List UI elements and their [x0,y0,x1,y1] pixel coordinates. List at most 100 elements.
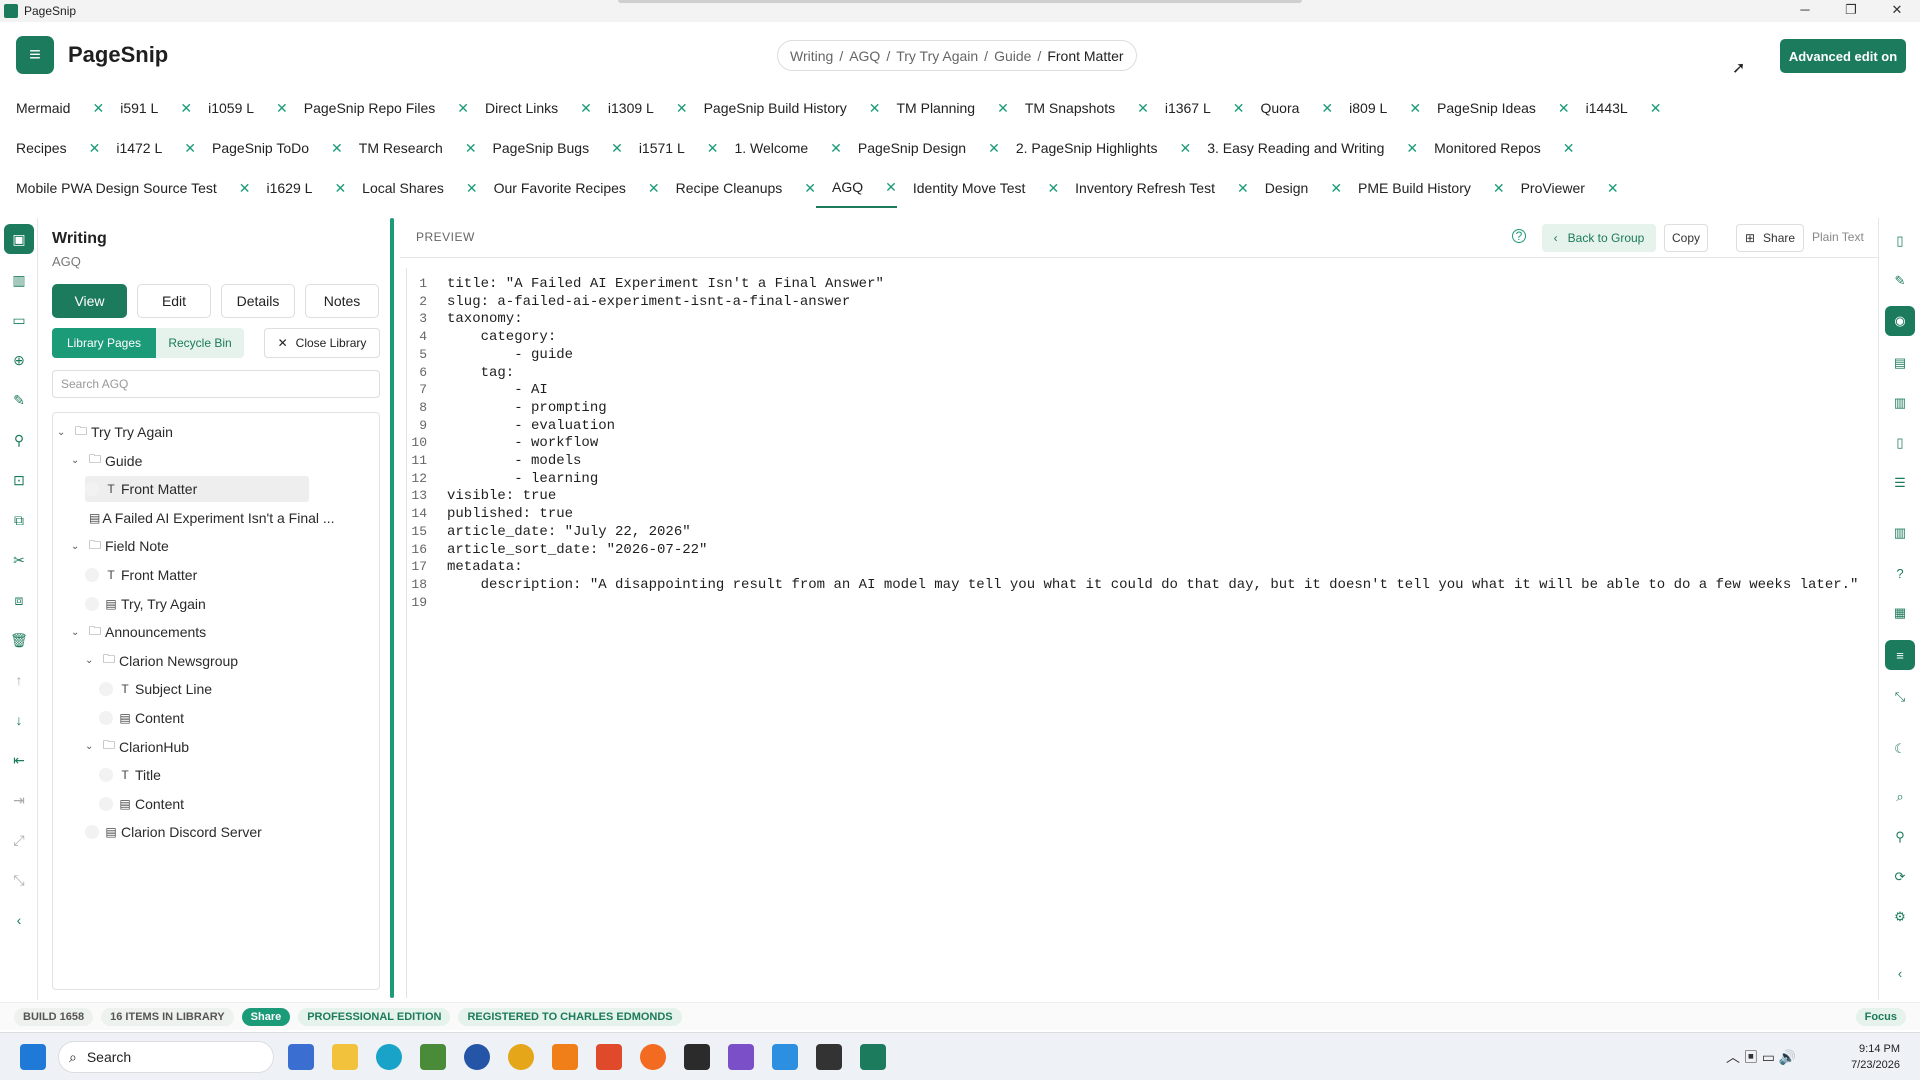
add-icon[interactable]: ⊕ [0,340,38,380]
tab-quora[interactable]: Quora ✕ [1245,88,1334,128]
tab-pagesnip-todo[interactable]: PageSnip ToDo ✕ [196,128,343,168]
maximize-button[interactable]: ❐ [1828,0,1874,22]
tab-close-icon[interactable]: ✕ [457,100,469,117]
tab-close-icon[interactable]: ✕ [89,140,101,157]
chevron-down-icon[interactable]: ⌄ [85,655,101,666]
tab-mobile-pwa-design-source-test[interactable]: Mobile PWA Design Source Test ✕ [0,168,251,208]
tab-1-welcome[interactable]: 1. Welcome ✕ [718,128,841,168]
tab-our-favorite-recipes[interactable]: Our Favorite Recipes ✕ [478,168,660,208]
search-icon[interactable]: ⌕ [1885,782,1915,812]
help-circle-icon[interactable]: ? [1885,558,1915,588]
tab-pagesnip-design[interactable]: PageSnip Design ✕ [842,128,1000,168]
breadcrumb-item[interactable]: Writing [790,48,833,64]
tab-close-icon[interactable]: ✕ [1330,180,1342,197]
node-handle[interactable] [85,482,99,497]
help-icon[interactable]: ? [1512,229,1526,243]
tree-node[interactable]: ⌄ 🗀 Field Note [71,533,309,559]
tab-close-icon[interactable]: ✕ [180,100,192,117]
terminal-app-icon[interactable] [288,1044,314,1070]
store-icon[interactable] [596,1044,622,1070]
tree-node[interactable]: ▤ Try, Try Again [85,591,309,617]
chevron-down-icon[interactable]: ⌄ [71,541,87,552]
tab-close-icon[interactable]: ✕ [334,180,346,197]
view-mode-button[interactable]: View [52,284,127,318]
tab-pme-build-history[interactable]: PME Build History ✕ [1342,168,1505,208]
tree-node[interactable]: ⌄ 🗀 ClarionHub [85,734,309,760]
chevron-left-icon[interactable]: ‹ [0,900,38,940]
library-pages-tab[interactable]: Library Pages [52,328,156,358]
chevron-down-icon[interactable]: ⌄ [71,627,87,638]
duplicate-icon[interactable]: ⧈ [0,580,38,620]
app-icon[interactable] [420,1044,446,1070]
clock[interactable]: 9:14 PM 7/23/2026 [1851,1041,1900,1073]
tab-close-icon[interactable]: ✕ [1650,100,1662,117]
tab-close-icon[interactable]: ✕ [1137,100,1149,117]
columns-icon[interactable]: ▯ [1885,428,1915,458]
tree-node[interactable]: ▤ Content [99,705,309,731]
tab-close-icon[interactable]: ✕ [465,140,477,157]
close-window-button[interactable]: ✕ [1874,0,1920,22]
edit-icon[interactable]: ✎ [1885,266,1915,296]
tab-mermaid[interactable]: Mermaid ✕ [0,88,104,128]
pencil-icon[interactable]: ✎ [0,380,38,420]
tab-close-icon[interactable]: ✕ [997,100,1009,117]
chevron-down-icon[interactable]: ⌄ [71,455,87,466]
tab-proviewer[interactable]: ProViewer ✕ [1505,168,1619,208]
app-icon[interactable] [464,1044,490,1070]
tab-inventory-refresh-test[interactable]: Inventory Refresh Test ✕ [1059,168,1249,208]
edge-icon[interactable] [376,1044,402,1070]
back-to-group-button[interactable]: ‹ Back to Group [1542,224,1656,252]
focus-button[interactable]: Focus [1855,1007,1906,1026]
tab-i809-l[interactable]: i809 L ✕ [1333,88,1421,128]
collapse-icon[interactable]: ⤡ [0,860,38,900]
recycle-bin-tab[interactable]: Recycle Bin [156,328,244,358]
tab-design[interactable]: Design ✕ [1249,168,1342,208]
chevron-left-icon[interactable]: ‹ [1885,958,1915,988]
tab-close-icon[interactable]: ✕ [611,140,623,157]
tab-3-easy-reading-and-writing[interactable]: 3. Easy Reading and Writing ✕ [1191,128,1418,168]
tab-identity-move-test[interactable]: Identity Move Test ✕ [897,168,1059,208]
tab-i1059-l[interactable]: i1059 L ✕ [192,88,288,128]
tab-close-icon[interactable]: ✕ [239,180,251,197]
document-icon[interactable]: ▤ [1885,348,1915,378]
tab-i591-l[interactable]: i591 L ✕ [104,88,192,128]
taskbar-search[interactable]: ⌕ Search [58,1041,274,1073]
search-app-icon[interactable] [552,1044,578,1070]
tab-close-icon[interactable]: ✕ [885,179,897,196]
tab-pagesnip-build-history[interactable]: PageSnip Build History ✕ [688,88,881,128]
minimize-button[interactable]: ─ [1782,0,1828,22]
tab-i1443l[interactable]: i1443L ✕ [1570,88,1662,128]
pagesnip-taskbar-icon[interactable] [860,1044,886,1070]
indent-icon[interactable]: ⇥ [0,780,38,820]
tab-close-icon[interactable]: ✕ [1558,100,1570,117]
copy-icon[interactable]: ⧉ [0,500,38,540]
breadcrumb-item[interactable]: AGQ [849,48,880,64]
node-handle[interactable] [99,711,113,725]
advanced-edit-button[interactable]: Advanced edit on [1780,39,1906,73]
tab-close-icon[interactable]: ✕ [92,100,104,117]
shrink-icon[interactable]: ⤡ [1885,682,1915,712]
firefox-icon[interactable] [640,1044,666,1070]
share-button[interactable]: ⊞ Share [1736,224,1804,252]
tab-close-icon[interactable]: ✕ [580,100,592,117]
move-up-icon[interactable]: ↑ [0,660,38,700]
tab-agq[interactable]: AGQ ✕ [816,168,897,208]
tab-close-icon[interactable]: ✕ [1409,100,1421,117]
plain-text-toggle[interactable]: Plain Text [1812,230,1864,244]
app-icon[interactable] [508,1044,534,1070]
tab-close-icon[interactable]: ✕ [804,180,816,197]
tab-monitored-repos[interactable]: Monitored Repos ✕ [1418,128,1574,168]
tree-node[interactable]: ▤ A Failed AI Experiment Isn't a Final ..… [85,505,335,531]
tab-close-icon[interactable]: ✕ [1607,180,1619,197]
drag-handle[interactable] [618,0,1302,3]
tab-close-icon[interactable]: ✕ [184,140,196,157]
library-icon[interactable]: ▥ [0,260,38,300]
tab-close-icon[interactable]: ✕ [1321,100,1333,117]
tab-recipes[interactable]: Recipes ✕ [0,128,100,168]
tab-close-icon[interactable]: ✕ [648,180,660,197]
tree-node[interactable]: ▤ Content [99,791,309,817]
node-handle[interactable] [85,568,99,582]
tree-node[interactable]: ⌄ 🗀 Guide [71,448,309,474]
tab-i1472-l[interactable]: i1472 L ✕ [100,128,196,168]
details-mode-button[interactable]: Details [221,284,295,318]
